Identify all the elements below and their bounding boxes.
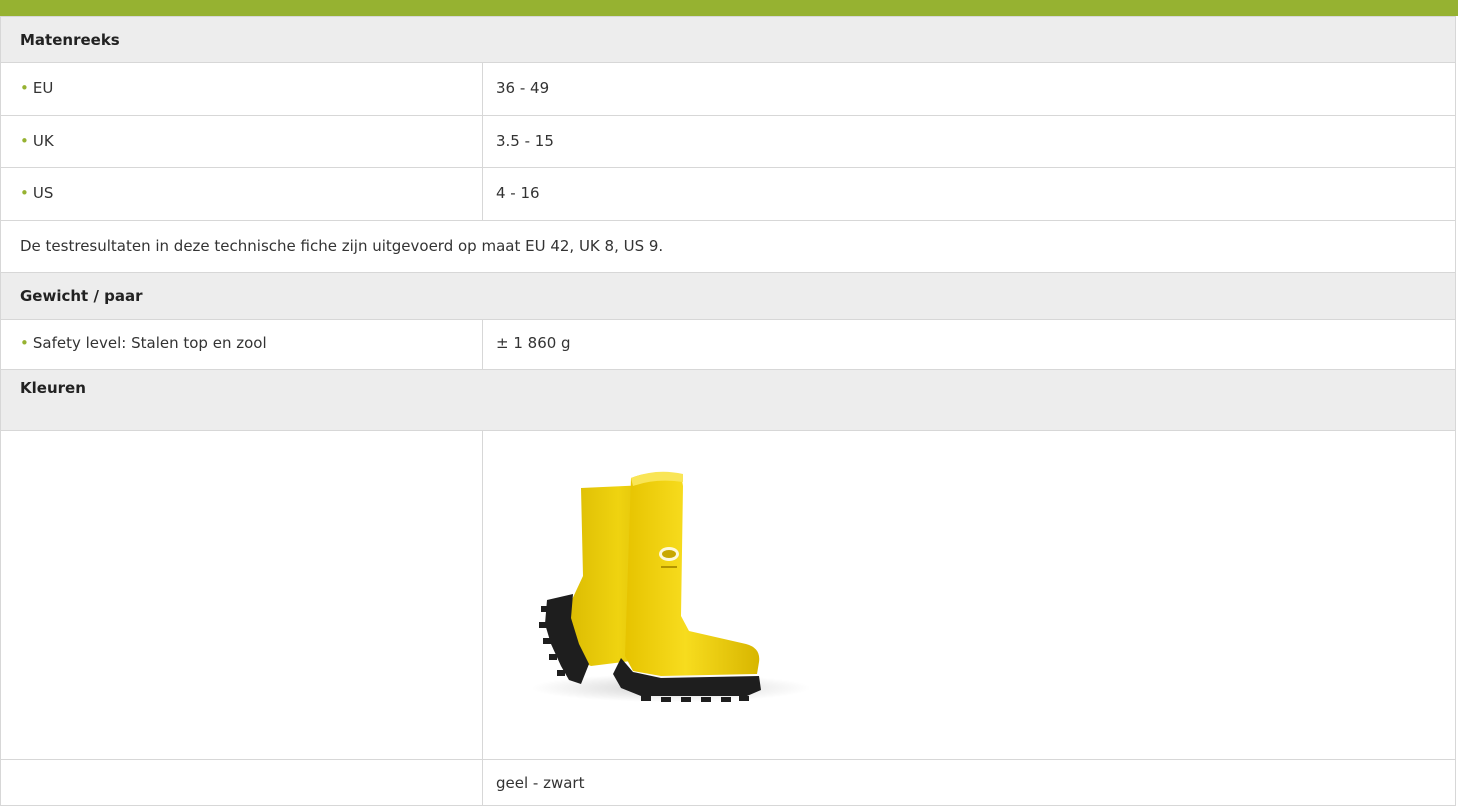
size-label: US (32, 184, 54, 202)
bullet-icon: • (20, 334, 29, 352)
yellow-rubber-boots-icon (531, 471, 811, 702)
size-row-us: • US 4 - 16 (0, 168, 1456, 221)
size-row-uk: • UK 3.5 - 15 (0, 116, 1456, 168)
section-header-weight: Gewicht / paar (0, 273, 1456, 320)
size-label: EU (32, 79, 54, 97)
bullet-icon: • (20, 132, 29, 150)
size-value: 36 - 49 (496, 79, 550, 97)
bullet-icon: • (20, 79, 29, 97)
weight-label: Safety level: Stalen top en zool (32, 334, 267, 352)
color-image-row (0, 431, 1456, 760)
accent-bar (0, 0, 1458, 16)
section-header-colors: Kleuren (0, 370, 1456, 431)
weight-row: • Safety level: Stalen top en zool ± 1 86… (0, 320, 1456, 370)
size-label: UK (32, 132, 54, 150)
section-title: Matenreeks (20, 31, 120, 49)
section-title: Kleuren (20, 379, 86, 397)
size-value: 4 - 16 (496, 184, 540, 202)
test-note: De testresultaten in deze technische fic… (20, 237, 664, 255)
bullet-icon: • (20, 184, 29, 202)
size-row-eu: • EU 36 - 49 (0, 63, 1456, 116)
color-label-row: geel - zwart (0, 760, 1456, 806)
weight-value: ± 1 860 g (496, 334, 571, 352)
size-value: 3.5 - 15 (496, 132, 554, 150)
test-note-row: De testresultaten in deze technische fic… (0, 221, 1456, 273)
tech-sheet: Matenreeks • EU 36 - 49 • UK 3.5 - 15 • US … (0, 0, 1458, 806)
section-header-size-range: Matenreeks (0, 16, 1456, 63)
color-label: geel - zwart (496, 774, 585, 792)
section-title: Gewicht / paar (20, 287, 143, 305)
